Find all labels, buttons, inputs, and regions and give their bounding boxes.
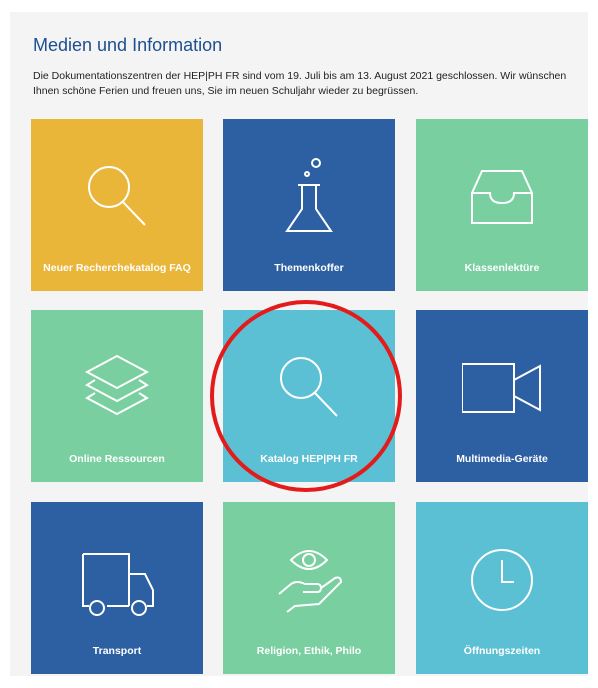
layers-icon — [84, 354, 150, 416]
tile-religion-ethik-philo[interactable]: Religion, Ethik, Philo — [223, 502, 395, 674]
tile-online-ressourcen[interactable]: Online Ressourcen — [31, 310, 203, 482]
tile-label: Transport — [92, 645, 142, 657]
tile-label: Online Ressourcen — [69, 453, 165, 465]
search-icon — [280, 357, 338, 417]
truck-icon — [82, 553, 154, 616]
tray-icon — [471, 170, 533, 224]
tile-themenkoffer[interactable]: Themenkoffer — [223, 119, 395, 291]
tile-oeffnungszeiten[interactable]: Öffnungszeiten — [416, 502, 588, 674]
tile-label: Themenkoffer — [274, 262, 344, 274]
tile-label: Religion, Ethik, Philo — [256, 645, 362, 657]
page-title: Medien und Information — [33, 35, 223, 55]
flask-icon — [285, 158, 333, 232]
tile-label: Katalog HEP|PH FR — [260, 453, 358, 465]
clock-icon — [471, 549, 533, 611]
tile-label: Öffnungszeiten — [463, 645, 541, 657]
eye-hand-icon — [278, 550, 343, 613]
video-camera-icon — [462, 363, 541, 413]
tile-multimedia-geraete[interactable]: Multimedia-Geräte — [416, 310, 588, 482]
tile-label: Neuer Recherchekatalog FAQ — [43, 262, 191, 274]
tile-katalog-hep-ph-fr[interactable]: Katalog HEP|PH FR — [223, 310, 395, 482]
tile-klassenlektuere[interactable]: Klassenlektüre — [416, 119, 588, 291]
tile-label: Multimedia-Geräte — [456, 453, 548, 465]
closure-notice: Die Dokumentationszentren der HEP|PH FR … — [33, 70, 567, 97]
search-icon — [88, 166, 146, 226]
tile-label: Klassenlektüre — [464, 262, 540, 274]
tile-transport[interactable]: Transport — [31, 502, 203, 674]
tile-neuer-recherchekatalog-faq[interactable]: Neuer Recherchekatalog FAQ — [31, 119, 203, 291]
